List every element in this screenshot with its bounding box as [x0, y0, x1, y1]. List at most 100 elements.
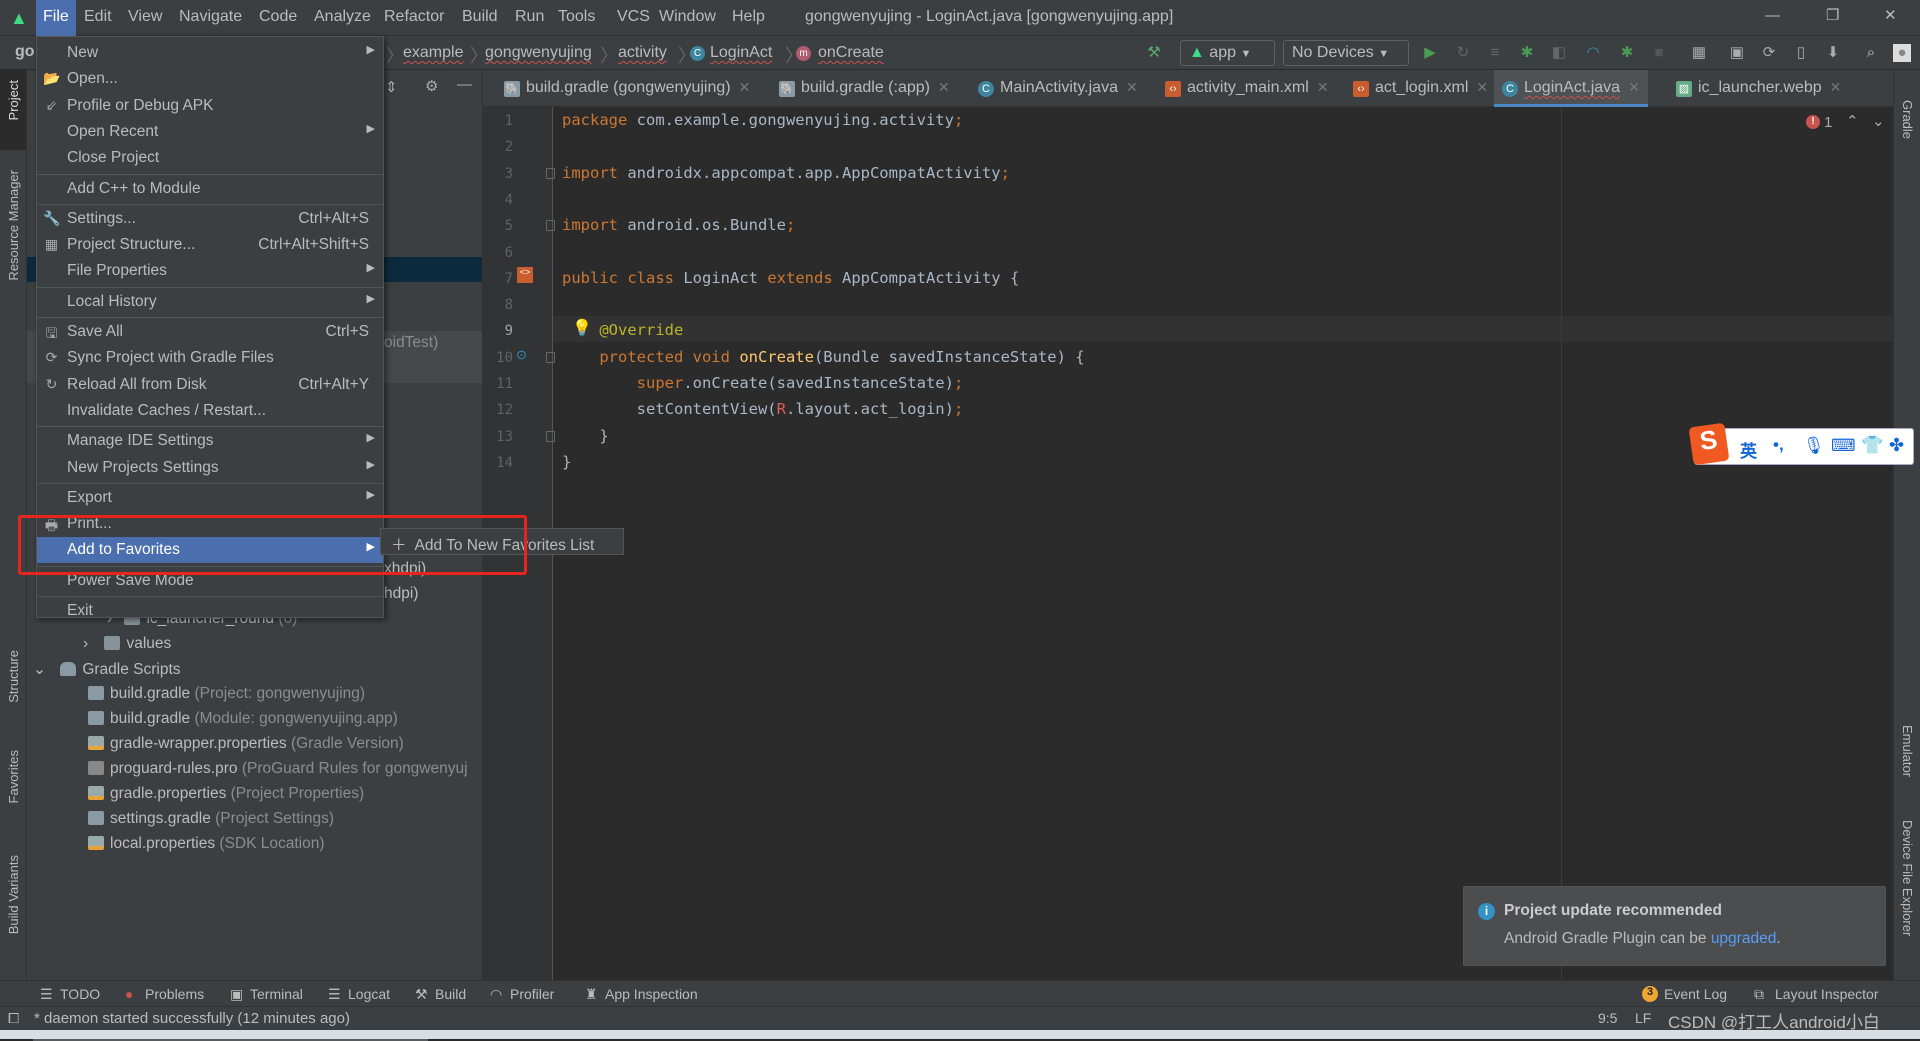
user-avatar-icon[interactable]: ●	[1893, 44, 1911, 62]
apply-changes-icon[interactable]: ↻	[1454, 44, 1472, 62]
menu-item-file-properties[interactable]: File Properties ▶	[37, 258, 383, 284]
menu-item-sync-project-with-gradle-files[interactable]: ⟳ Sync Project with Gradle Files	[37, 345, 383, 371]
close-button[interactable]: ✕	[1884, 6, 1897, 24]
tree-item-gradle-scripts[interactable]: ⌄ Gradle Scripts	[33, 660, 181, 679]
upgrade-link[interactable]: upgraded	[1711, 930, 1777, 947]
gradle-sync-icon[interactable]: ⟳	[1760, 44, 1778, 62]
menu-item-new[interactable]: New ▶	[37, 40, 383, 66]
menu-item-local-history[interactable]: Local History ▶	[37, 289, 383, 315]
menu-edit[interactable]: Edit	[84, 8, 112, 26]
fold-icon[interactable]	[546, 220, 555, 232]
tab-mainactivity-java[interactable]: C MainActivity.java ✕	[970, 70, 1146, 107]
menu-build[interactable]: Build	[462, 8, 498, 26]
breadcrumb-example[interactable]: example	[403, 44, 463, 62]
menu-item-export[interactable]: Export ▶	[37, 485, 383, 511]
code-line[interactable]: public class LoginAct extends AppCompatA…	[562, 269, 1019, 287]
menu-item-open-recent[interactable]: Open Recent ▶	[37, 119, 383, 145]
collapse-all-icon[interactable]: ⇕	[385, 78, 398, 96]
tool-build[interactable]: Build	[435, 986, 466, 1002]
layout-file-gutter-icon[interactable]: <>	[517, 267, 533, 283]
code-line[interactable]: setContentView(R.layout.act_login);	[562, 400, 964, 418]
menu-item-exit[interactable]: Exit	[37, 598, 383, 624]
tree-item-values[interactable]: › values	[83, 635, 171, 653]
restore-button[interactable]: ❐	[1826, 6, 1839, 24]
menu-item-close-project[interactable]: Close Project	[37, 145, 383, 171]
coverage-icon[interactable]: ◧	[1550, 44, 1568, 62]
previous-highlight-icon[interactable]: ⌃	[1846, 112, 1859, 130]
menu-window[interactable]: Window	[659, 8, 716, 26]
tab-loginact-java[interactable]: C LoginAct.java ✕	[1494, 70, 1648, 107]
code-line[interactable]: protected void onCreate(Bundle savedInst…	[562, 348, 1084, 366]
skin-shirt-icon[interactable]: 👕	[1861, 435, 1883, 456]
tree-item[interactable]: build.gradle (Project: gongwenyujing)	[88, 685, 365, 703]
close-tab-icon[interactable]: ✕	[938, 79, 950, 95]
tree-item-partial[interactable]: hdpi)	[384, 585, 418, 603]
project-name[interactable]: go	[15, 43, 35, 61]
fold-icon[interactable]	[546, 167, 555, 179]
tab-build-gradle-app-[interactable]: 🐘 build.gradle (:app) ✕	[771, 70, 958, 107]
toggle-tool-windows-icon[interactable]: ⧠	[8, 1010, 19, 1027]
menu-item-save-all[interactable]: 🖫 Save All Ctrl+S	[37, 319, 383, 345]
tool-app-inspection[interactable]: App Inspection	[605, 986, 698, 1002]
gear-icon[interactable]: ⚙	[425, 77, 438, 95]
breadcrumb-gongwenyujing[interactable]: gongwenyujing	[485, 44, 592, 62]
tool-event-log[interactable]: Event Log	[1664, 986, 1727, 1002]
menu-item-invalidate-caches-restart[interactable]: Invalidate Caches / Restart...	[37, 398, 383, 424]
tab-activity-main-xml[interactable]: ‹› activity_main.xml ✕	[1157, 70, 1337, 107]
breadcrumb-oncreate[interactable]: onCreate	[818, 44, 884, 62]
menu-item-project-structure[interactable]: ▦ Project Structure... Ctrl+Alt+Shift+S	[37, 232, 383, 258]
menu-item-reload-all-from-disk[interactable]: ↻ Reload All from Disk Ctrl+Alt+Y	[37, 372, 383, 398]
fold-icon[interactable]	[546, 351, 555, 363]
tool-window-favorites[interactable]: Favorites	[6, 750, 21, 803]
keyboard-icon[interactable]: ⌨	[1831, 436, 1856, 456]
tool-profiler[interactable]: Profiler	[510, 986, 554, 1002]
error-icon[interactable]: !	[1806, 115, 1820, 129]
code-line[interactable]: }	[562, 453, 571, 471]
code-line[interactable]: super.onCreate(savedInstanceState);	[562, 374, 964, 392]
code-line[interactable]: package com.example.gongwenyujing.activi…	[562, 111, 963, 129]
tree-item[interactable]: build.gradle (Module: gongwenyujing.app)	[88, 710, 398, 728]
menu-view[interactable]: View	[128, 8, 162, 26]
menu-tools[interactable]: Tools	[558, 8, 595, 26]
menu-item-manage-ide-settings[interactable]: Manage IDE Settings ▶	[37, 428, 383, 454]
close-tab-icon[interactable]: ✕	[1317, 79, 1329, 95]
stop-icon[interactable]: ■	[1650, 44, 1668, 62]
menu-code[interactable]: Code	[259, 8, 297, 26]
status-message[interactable]: * daemon started successfully (12 minute…	[34, 1010, 350, 1027]
tool-window-project[interactable]: Project	[6, 80, 21, 120]
tool-todo[interactable]: TODO	[60, 986, 100, 1002]
project-structure-icon[interactable]: ▦	[1690, 44, 1708, 62]
tool-window-emulator[interactable]: Emulator	[1900, 725, 1915, 777]
tool-problems[interactable]: Problems	[145, 986, 204, 1002]
hide-icon[interactable]: —	[457, 76, 472, 93]
close-tab-icon[interactable]: ✕	[739, 79, 751, 95]
menu-run[interactable]: Run	[515, 8, 544, 26]
code-line[interactable]: import androidx.appcompat.app.AppCompatA…	[562, 164, 1010, 182]
menu-refactor[interactable]: Refactor	[384, 8, 444, 26]
menu-item-open[interactable]: 📂 Open...	[37, 66, 383, 92]
tool-window-structure[interactable]: Structure	[6, 650, 21, 703]
tool-layout-inspector[interactable]: Layout Inspector	[1775, 986, 1879, 1002]
override-gutter-icon[interactable]: ⊙	[516, 347, 527, 363]
minimize-button[interactable]: —	[1765, 7, 1780, 24]
tab-build-gradle-gongwenyujing-[interactable]: 🐘 build.gradle (gongwenyujing) ✕	[496, 70, 758, 107]
menu-analyze[interactable]: Analyze	[314, 8, 371, 26]
tool-window-gradle[interactable]: Gradle	[1900, 100, 1915, 139]
code-line[interactable]: import android.os.Bundle;	[562, 216, 795, 234]
menu-vcs[interactable]: VCS	[617, 8, 650, 26]
ime-punctuation[interactable]: •,	[1773, 435, 1784, 455]
tool-terminal[interactable]: Terminal	[250, 986, 303, 1002]
tree-item[interactable]: proguard-rules.pro (ProGuard Rules for g…	[88, 760, 468, 778]
tree-item[interactable]: gradle-wrapper.properties (Gradle Versio…	[88, 735, 404, 753]
search-icon[interactable]: ⌕	[1862, 44, 1880, 62]
toolbox-grid-icon[interactable]: ✤	[1889, 435, 1904, 456]
device-manager-icon[interactable]: ▯	[1792, 44, 1810, 62]
code-line[interactable]: @Override	[562, 321, 683, 339]
caret-position[interactable]: 9:5	[1598, 1010, 1617, 1026]
tab-act-login-xml[interactable]: ‹› act_login.xml ✕	[1345, 70, 1496, 107]
code-line[interactable]: }	[562, 427, 608, 445]
run-config-dropdown[interactable]: ▲ app ▼	[1180, 40, 1275, 66]
tool-window-build-variants[interactable]: Build Variants	[6, 855, 21, 934]
close-tab-icon[interactable]: ✕	[1628, 79, 1640, 95]
sdk-manager-icon[interactable]: ⬇	[1824, 44, 1842, 62]
